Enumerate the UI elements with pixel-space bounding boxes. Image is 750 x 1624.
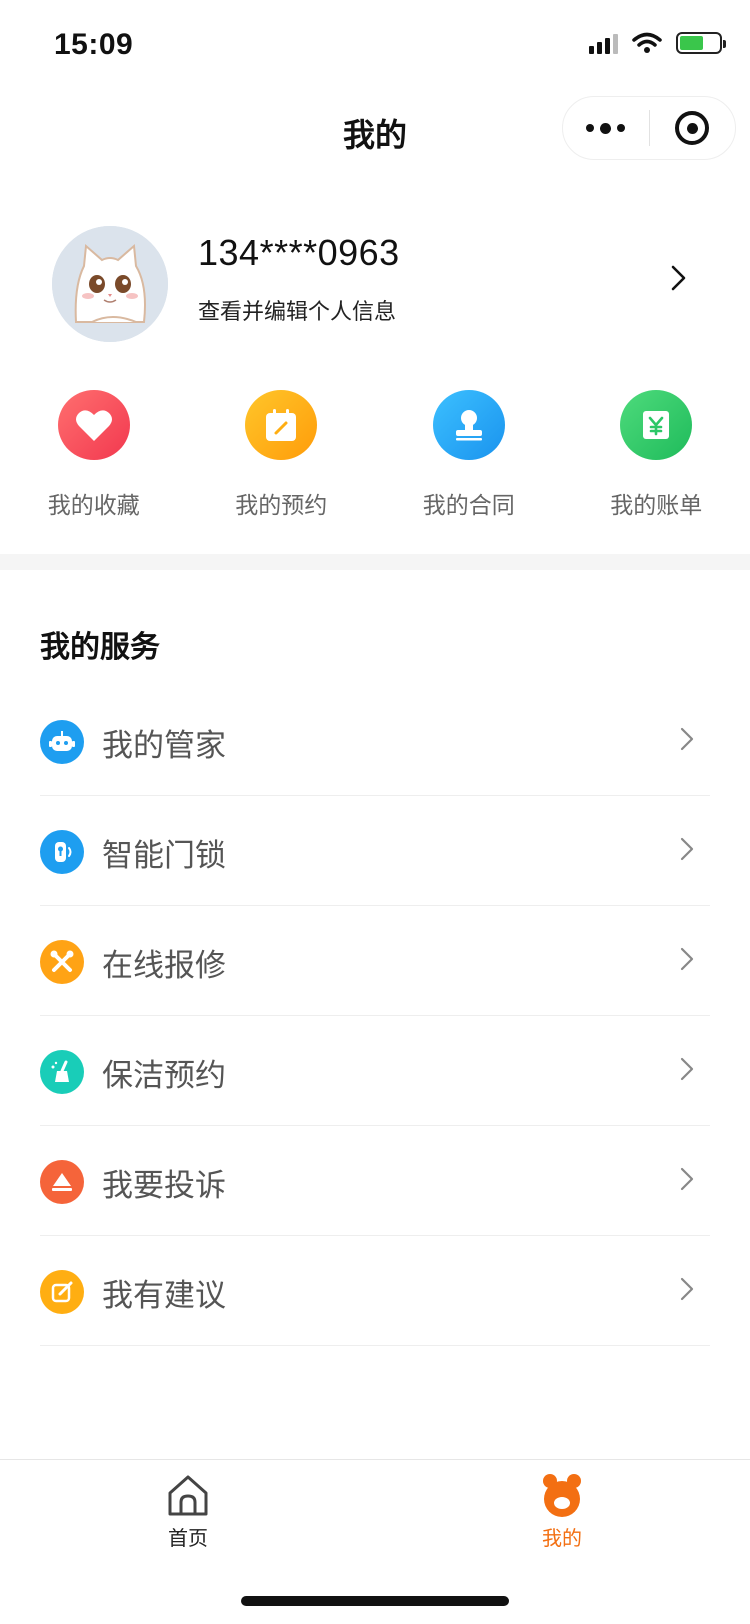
service-item-butler[interactable]: 我的管家 — [40, 686, 710, 796]
tab-label: 我的 — [542, 1528, 582, 1550]
quick-link-label: 我的预约 — [235, 492, 328, 518]
quick-link-bills[interactable]: 我的账单 — [563, 390, 750, 520]
quick-link-appointments[interactable]: 我的预约 — [188, 390, 376, 520]
quick-link-contracts[interactable]: 我的合同 — [375, 390, 563, 520]
robot-icon — [40, 720, 84, 764]
battery-level — [680, 36, 703, 50]
chevron-right-icon — [680, 1057, 694, 1081]
service-item-smart-lock[interactable]: 智能门锁 — [40, 796, 710, 906]
section-divider — [0, 554, 750, 570]
profile-edit-hint: 查看并编辑个人信息 — [198, 299, 397, 324]
service-label: 智能门锁 — [102, 838, 226, 873]
bill-yen-icon — [620, 390, 693, 460]
quick-link-label: 我的账单 — [610, 492, 703, 518]
quick-links: 我的收藏 我的预约 我的合同 我的账单 — [0, 390, 750, 520]
calendar-edit-icon — [245, 390, 318, 460]
cat-avatar-icon — [52, 226, 168, 342]
profile-phone: 134****0963 — [198, 232, 400, 273]
service-item-cleaning[interactable]: 保洁预约 — [40, 1016, 710, 1126]
quick-link-label: 我的收藏 — [47, 492, 140, 518]
chevron-right-icon — [680, 947, 694, 971]
service-label: 保洁预约 — [102, 1058, 226, 1093]
service-item-suggestion[interactable]: 我有建议 — [40, 1236, 710, 1346]
chevron-right-icon — [680, 837, 694, 861]
service-item-complaint[interactable]: 我要投诉 — [40, 1126, 710, 1236]
cellular-signal-icon — [589, 32, 618, 54]
service-label: 我有建议 — [102, 1278, 226, 1313]
home-icon — [168, 1475, 208, 1516]
stamp-icon — [432, 390, 505, 460]
status-bar: 15:09 — [0, 0, 750, 88]
tab-label: 首页 — [168, 1528, 208, 1550]
mine-bear-icon — [543, 1474, 581, 1517]
services-list: 我的管家 智能门锁 在线报修 保洁预约 我要投诉 我有建议 — [40, 686, 710, 1346]
more-dots-icon — [586, 122, 626, 134]
wifi-icon — [632, 32, 662, 53]
heart-icon — [57, 390, 130, 460]
status-icons — [589, 32, 726, 54]
mini-program-capsule — [562, 96, 736, 160]
services-title: 我的服务 — [40, 631, 160, 664]
cleaning-broom-icon — [40, 1050, 84, 1094]
tab-mine[interactable]: 我的 — [502, 1472, 622, 1551]
close-button[interactable] — [650, 97, 736, 159]
nav-bar: 我的 — [0, 88, 750, 176]
smart-lock-icon — [40, 830, 84, 874]
chevron-right-icon — [680, 1167, 694, 1191]
more-button[interactable] — [563, 97, 649, 159]
suggestion-edit-icon — [40, 1270, 84, 1314]
service-label: 我要投诉 — [102, 1168, 226, 1203]
status-time: 15:09 — [54, 28, 134, 61]
target-circle-icon — [675, 111, 710, 145]
avatar[interactable] — [52, 226, 168, 342]
chevron-right-icon — [680, 727, 694, 751]
service-label: 我的管家 — [102, 728, 226, 763]
chevron-right-icon[interactable] — [664, 264, 692, 292]
quick-link-label: 我的合同 — [422, 492, 515, 518]
battery-icon — [676, 32, 726, 54]
tab-home[interactable]: 首页 — [128, 1472, 248, 1551]
chevron-right-icon — [680, 1277, 694, 1301]
quick-link-favorites[interactable]: 我的收藏 — [0, 390, 188, 520]
service-item-repair[interactable]: 在线报修 — [40, 906, 710, 1016]
repair-tools-icon — [40, 940, 84, 984]
complaint-megaphone-icon — [40, 1160, 84, 1204]
service-label: 在线报修 — [102, 948, 226, 983]
profile-card[interactable]: 134****0963 查看并编辑个人信息 — [52, 222, 702, 342]
home-indicator[interactable] — [241, 1596, 509, 1606]
